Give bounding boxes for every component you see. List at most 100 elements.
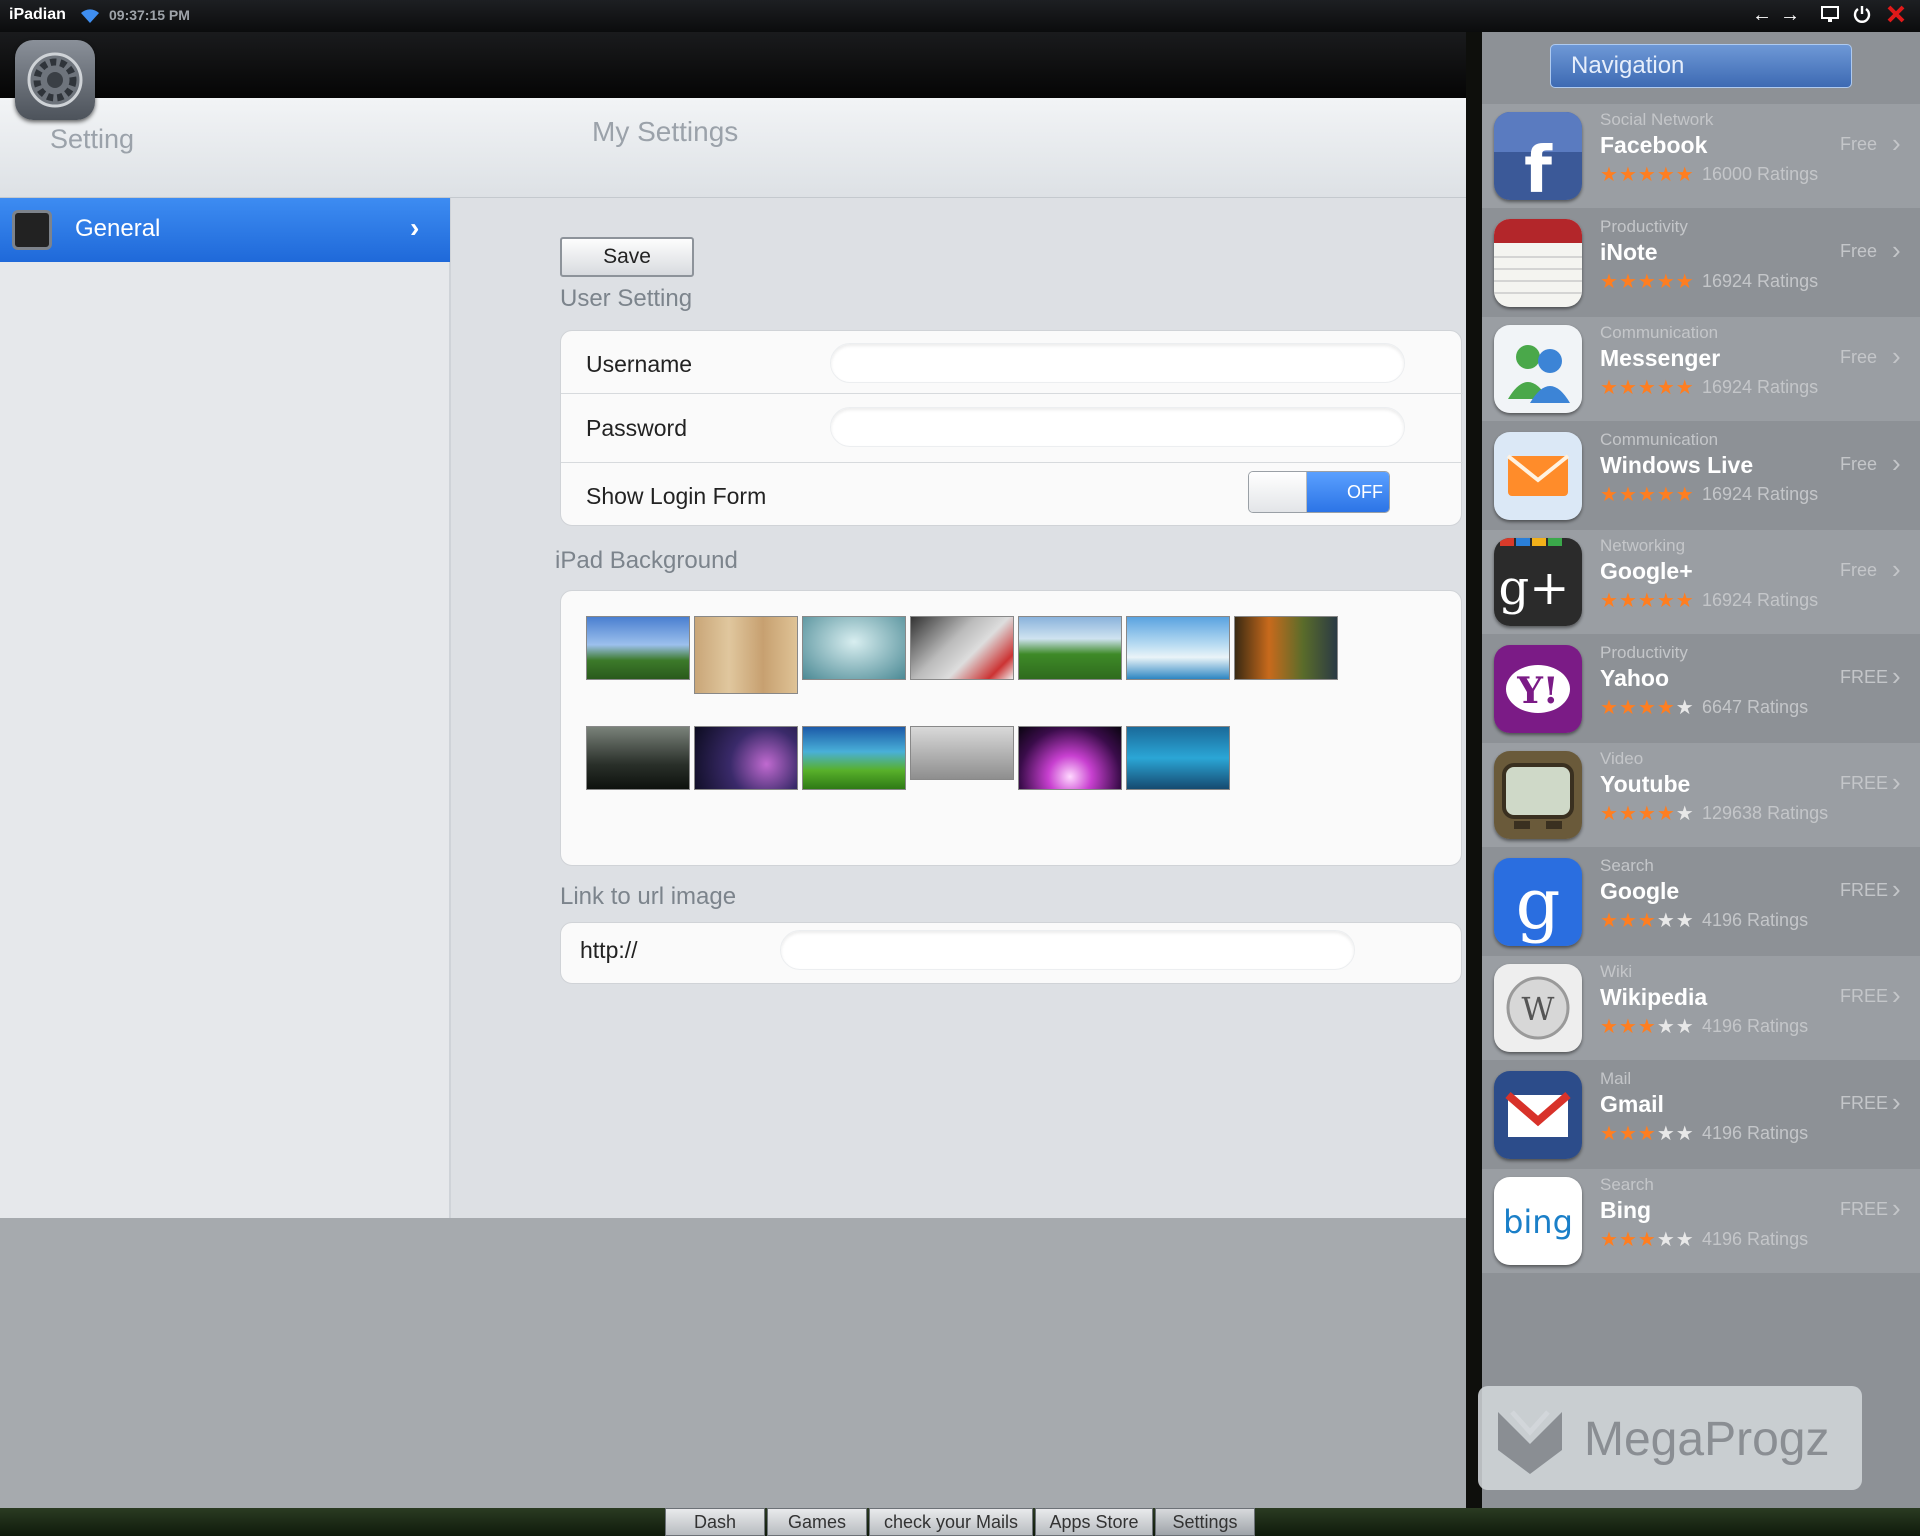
chevron-right-icon: › — [1892, 661, 1901, 691]
brand-label: iPadian — [9, 6, 66, 23]
general-icon — [12, 210, 52, 250]
star-icon: ★ — [1637, 1016, 1657, 1038]
app-list-item[interactable]: W Wiki Wikipedia ★★★★★ 4196 Ratings FREE › — [1482, 956, 1920, 1060]
star-icon: ★ — [1656, 590, 1676, 612]
app-list-item[interactable]: g+ Networking Google+ ★★★★★ 16924 Ratings Fre… — [1482, 530, 1920, 634]
app-name: Yahoo — [1600, 665, 1670, 691]
app-name: Google — [1600, 878, 1680, 904]
wallpaper-thumb[interactable] — [802, 726, 906, 790]
app-name: Youtube — [1600, 771, 1691, 797]
star-icon: ★ — [1618, 590, 1638, 612]
status-bar: iPadian 09:37:15 PM ← → — [0, 0, 1920, 32]
app-list-item[interactable]: g Search Google ★★★★★ 4196 Ratings FREE › — [1482, 850, 1920, 954]
star-icon: ★ — [1600, 803, 1619, 825]
chevron-right-icon: › — [1892, 874, 1901, 904]
rating-stars: ★★★★★ — [1600, 375, 1695, 400]
navigation-title[interactable]: Navigation — [1550, 44, 1852, 88]
power-icon[interactable] — [1852, 4, 1872, 29]
settings-app-icon — [15, 40, 95, 120]
google-icon: g — [1494, 858, 1582, 946]
app-list-item[interactable]: Communication Messenger ★★★★★ 16924 Ratings… — [1482, 317, 1920, 421]
star-icon: ★ — [1600, 1229, 1619, 1251]
show-login-toggle[interactable]: OFF — [1248, 471, 1390, 513]
save-button[interactable]: Save — [560, 237, 694, 277]
rating-count: 4196 Ratings — [1702, 1016, 1809, 1036]
app-list-item[interactable]: Communication Windows Live ★★★★★ 16924 Rati… — [1482, 424, 1920, 528]
star-icon: ★ — [1656, 910, 1676, 932]
rating-count: 16924 Ratings — [1702, 271, 1819, 291]
app-price: FREE — [1840, 880, 1889, 900]
wallpaper-thumb[interactable] — [694, 616, 798, 694]
divider — [561, 393, 1463, 394]
app-list-item[interactable]: bing Search Bing ★★★★★ 4196 Ratings FREE › — [1482, 1169, 1920, 1273]
star-icon: ★ — [1675, 164, 1695, 186]
rating-stars: ★★★★★ — [1600, 1227, 1695, 1252]
app-category: Productivity — [1600, 643, 1688, 662]
taskbar-games-button[interactable]: Games — [767, 1508, 867, 1536]
taskbar-mails-button[interactable]: check your Mails — [869, 1508, 1033, 1536]
rating-stars: ★★★★★ — [1600, 1121, 1695, 1146]
app-category: Wiki — [1600, 962, 1633, 981]
app-price: Free — [1840, 560, 1878, 580]
wallpaper-thumb[interactable] — [802, 616, 906, 680]
rating-count: 4196 Ratings — [1702, 1229, 1809, 1249]
star-icon: ★ — [1656, 803, 1676, 825]
chevron-right-icon: › — [1892, 341, 1901, 371]
star-icon: ★ — [1675, 910, 1695, 932]
app-list-item[interactable]: Y! Productivity Yahoo ★★★★★ 6647 Ratings FREE… — [1482, 637, 1920, 741]
star-icon: ★ — [1618, 1016, 1638, 1038]
wallpaper-thumb[interactable] — [1018, 616, 1122, 680]
windows-live-icon — [1494, 432, 1582, 520]
app-category: Networking — [1600, 536, 1686, 555]
header-bar — [0, 98, 1466, 198]
rating-count: 4196 Ratings — [1702, 1123, 1809, 1143]
password-input[interactable] — [830, 407, 1405, 447]
monitor-icon[interactable] — [1820, 4, 1840, 29]
app-list-item[interactable]: f Social Network Facebook ★★★★★ 16000 Rating… — [1482, 104, 1920, 208]
close-icon[interactable] — [1886, 4, 1906, 29]
rating-stars: ★★★★★ — [1600, 269, 1695, 294]
svg-text:bing: bing — [1503, 1203, 1573, 1241]
wallpaper-thumb[interactable] — [586, 616, 690, 680]
app-price: FREE — [1840, 667, 1889, 687]
username-label: Username — [586, 351, 693, 377]
back-arrow-icon[interactable]: ← — [1752, 4, 1772, 26]
app-list-item[interactable]: Productivity iNote ★★★★★ 16924 Ratings Free › — [1482, 211, 1920, 315]
taskbar-appstore-button[interactable]: Apps Store — [1035, 1508, 1153, 1536]
rating-stars: ★★★★★ — [1600, 695, 1695, 720]
taskbar-settings-button[interactable]: Settings — [1155, 1508, 1255, 1536]
wallpaper-thumb[interactable] — [694, 726, 798, 790]
chevron-right-icon: › — [1892, 128, 1901, 158]
app-price: FREE — [1840, 986, 1889, 1006]
svg-text:W: W — [1522, 990, 1555, 1028]
star-icon: ★ — [1656, 1229, 1676, 1251]
username-input[interactable] — [830, 343, 1405, 383]
star-icon: ★ — [1656, 164, 1676, 186]
chevron-right-icon: › — [1892, 767, 1901, 797]
star-icon: ★ — [1656, 484, 1676, 506]
star-icon: ★ — [1637, 1229, 1657, 1251]
url-input[interactable] — [780, 930, 1355, 970]
sidebar-item-general[interactable]: General › — [0, 198, 450, 262]
wallpaper-thumb[interactable] — [1234, 616, 1338, 680]
app-list-item[interactable]: Mail Gmail ★★★★★ 4196 Ratings FREE › — [1482, 1063, 1920, 1167]
chevron-right-icon: › — [1892, 448, 1901, 478]
taskbar-dash-button[interactable]: Dash — [665, 1508, 765, 1536]
star-icon: ★ — [1600, 377, 1619, 399]
rating-count: 16924 Ratings — [1702, 484, 1819, 504]
wallpaper-thumb[interactable] — [1018, 726, 1122, 790]
forward-arrow-icon[interactable]: → — [1780, 4, 1800, 26]
app-list-item[interactable]: Video Youtube ★★★★★ 129638 Ratings FREE › — [1482, 743, 1920, 847]
app-category: Productivity — [1600, 217, 1688, 236]
wallpaper-thumb[interactable] — [1126, 726, 1230, 790]
inote-icon — [1494, 219, 1582, 307]
star-icon: ★ — [1656, 271, 1676, 293]
wallpaper-thumb[interactable] — [1126, 616, 1230, 680]
watermark: MegaProgz — [1478, 1386, 1862, 1490]
youtube-icon — [1494, 751, 1582, 839]
wallpaper-thumb[interactable] — [586, 726, 690, 790]
star-icon: ★ — [1675, 1123, 1695, 1145]
chevron-right-icon: › — [1892, 1193, 1901, 1223]
wallpaper-thumb[interactable] — [910, 726, 1014, 780]
wallpaper-thumb[interactable] — [910, 616, 1014, 680]
